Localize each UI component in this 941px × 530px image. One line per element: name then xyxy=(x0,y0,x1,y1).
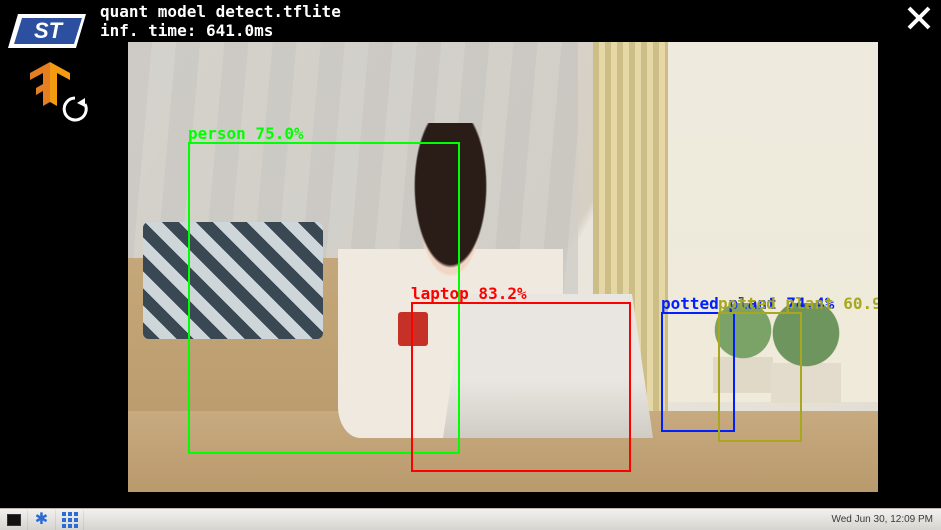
model-name: quant model detect.tflite xyxy=(100,2,341,21)
scene-background xyxy=(143,222,323,339)
detection-app-window: ST quant model detect.tflite inf. time: … xyxy=(0,0,941,508)
refresh-icon[interactable] xyxy=(60,94,90,124)
scene-background xyxy=(771,303,841,403)
terminal-icon xyxy=(7,514,21,526)
apps-grid-icon xyxy=(62,512,78,528)
close-icon xyxy=(905,4,933,32)
inference-status-text: quant model detect.tflite inf. time: 641… xyxy=(100,2,341,40)
st-logo: ST xyxy=(8,4,96,58)
scene-background xyxy=(713,303,773,393)
video-frame: person 75.0%laptop 83.2%potted plant 74.… xyxy=(128,42,878,492)
inf-time-value: 641.0ms xyxy=(206,21,273,40)
close-button[interactable] xyxy=(905,4,933,32)
taskbar-star-button[interactable]: ✱ xyxy=(28,510,56,530)
inf-time-prefix: inf. time: xyxy=(100,21,206,40)
taskbar-apps-button[interactable] xyxy=(56,510,84,530)
desktop-taskbar: ✱ Wed Jun 30, 12:09 PM xyxy=(0,508,941,530)
scene-background xyxy=(443,294,653,438)
taskbar-clock: Wed Jun 30, 12:09 PM xyxy=(831,514,941,525)
scene-background xyxy=(398,312,428,346)
star-icon: ✱ xyxy=(35,512,48,528)
taskbar-terminal-button[interactable] xyxy=(0,510,28,530)
svg-text:ST: ST xyxy=(34,18,64,43)
